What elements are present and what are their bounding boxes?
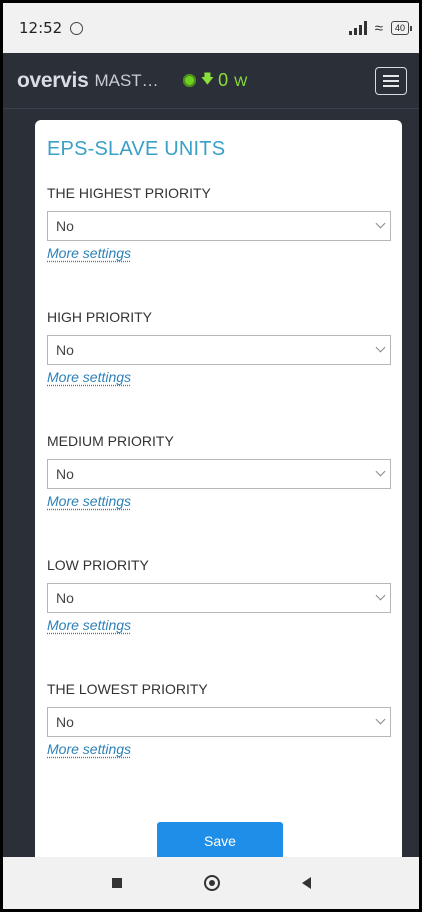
priority-select-highest[interactable]: No bbox=[47, 211, 391, 241]
save-button[interactable]: Save bbox=[157, 822, 283, 860]
chevron-down-icon bbox=[375, 714, 386, 725]
priority-select-lowest[interactable]: No bbox=[47, 707, 391, 737]
android-navigation-bar bbox=[3, 857, 419, 909]
menu-icon-line bbox=[383, 84, 399, 87]
select-value: No bbox=[56, 342, 74, 358]
online-status-icon bbox=[182, 74, 196, 87]
select-value: No bbox=[56, 218, 74, 234]
priority-group-lowest: THE LOWEST PRIORITY No More settings bbox=[47, 681, 391, 759]
chevron-down-icon bbox=[375, 466, 386, 477]
power-value: 0 bbox=[218, 70, 229, 90]
priority-select-high[interactable]: No bbox=[47, 335, 391, 365]
app-header: overvis MAST… 🡇 0 W bbox=[3, 53, 419, 109]
hamburger-menu-button[interactable] bbox=[375, 66, 407, 95]
device-name[interactable]: MAST… bbox=[94, 71, 158, 91]
priority-group-medium: MEDIUM PRIORITY No More settings bbox=[47, 433, 391, 511]
alarm-icon bbox=[70, 21, 84, 35]
overvis-logo[interactable]: overvis bbox=[17, 69, 89, 93]
wifi-icon: ≈ bbox=[374, 19, 383, 37]
select-value: No bbox=[56, 590, 74, 606]
chevron-down-icon bbox=[375, 342, 386, 353]
select-value: No bbox=[56, 466, 74, 482]
phone-screen: 12:52 ≈ 40 overvis MAST… 🡇 0 W EPS-SLAVE… bbox=[3, 3, 419, 909]
menu-icon-line bbox=[383, 74, 399, 77]
priority-select-low[interactable]: No bbox=[47, 583, 391, 613]
priority-group-low: LOW PRIORITY No More settings bbox=[47, 557, 391, 635]
priority-select-medium[interactable]: No bbox=[47, 459, 391, 489]
power-unit: W bbox=[234, 72, 248, 89]
card-title: EPS-SLAVE UNITS bbox=[47, 138, 226, 160]
battery-icon: 40 bbox=[390, 21, 413, 35]
priority-group-highest: THE HIGHEST PRIORITY No More settings bbox=[47, 185, 391, 263]
more-settings-link[interactable]: More settings bbox=[47, 245, 131, 261]
eps-slave-units-card: EPS-SLAVE UNITS THE HIGHEST PRIORITY No … bbox=[35, 120, 402, 880]
recent-apps-icon[interactable] bbox=[111, 878, 122, 888]
chevron-down-icon bbox=[375, 218, 386, 229]
priority-label: MEDIUM PRIORITY bbox=[47, 433, 174, 449]
priority-label: THE HIGHEST PRIORITY bbox=[47, 185, 211, 201]
priority-label: THE LOWEST PRIORITY bbox=[47, 681, 208, 697]
chevron-down-icon bbox=[375, 590, 386, 601]
status-bar: 12:52 ≈ 40 bbox=[3, 3, 419, 53]
arrow-down-icon: 🡇 bbox=[200, 70, 215, 86]
signal-icon bbox=[348, 21, 367, 35]
home-icon[interactable] bbox=[203, 875, 220, 891]
menu-icon-line bbox=[383, 79, 399, 82]
status-time: 12:52 bbox=[19, 19, 63, 37]
back-icon[interactable] bbox=[301, 877, 311, 889]
priority-label: LOW PRIORITY bbox=[47, 557, 149, 573]
more-settings-link[interactable]: More settings bbox=[47, 369, 131, 385]
priority-group-high: HIGH PRIORITY No More settings bbox=[47, 309, 391, 387]
status-icons: ≈ 40 bbox=[348, 19, 413, 37]
more-settings-link[interactable]: More settings bbox=[47, 493, 131, 509]
priority-label: HIGH PRIORITY bbox=[47, 309, 153, 325]
more-settings-link[interactable]: More settings bbox=[47, 617, 131, 633]
select-value: No bbox=[56, 714, 74, 730]
more-settings-link[interactable]: More settings bbox=[47, 741, 131, 757]
